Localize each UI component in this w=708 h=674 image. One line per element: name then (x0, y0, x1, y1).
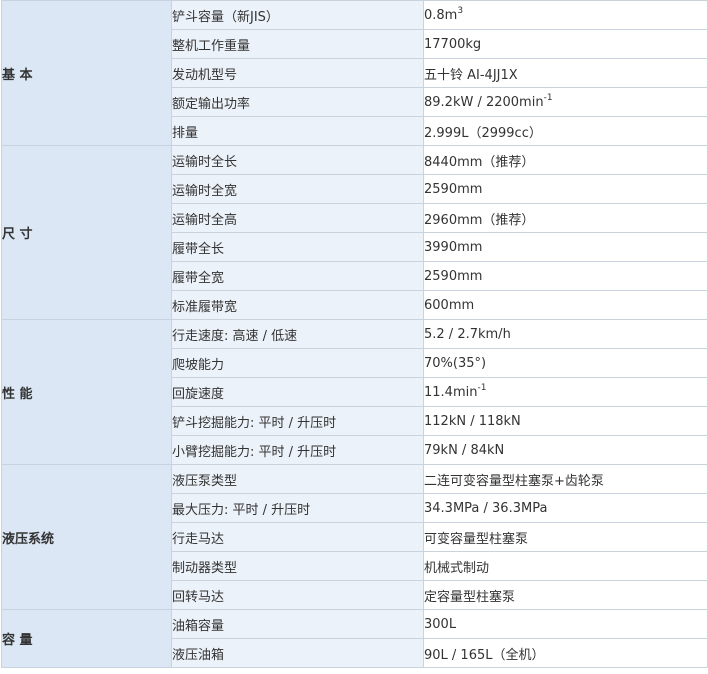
spec-label: 额定输出功率 (171, 87, 424, 117)
spec-value: 2590mm (423, 174, 708, 204)
category-label: 基 本 (1, 0, 172, 146)
spec-value-text: 3990mm (424, 239, 483, 255)
spec-value-text: 2960mm（推荐） (424, 212, 535, 228)
category-label: 容 量 (1, 609, 172, 668)
spec-value: 3990mm (423, 232, 708, 262)
spec-value-text: 17700kg (424, 36, 482, 52)
spec-value-text: 5.2 / 2.7km/h (424, 326, 511, 342)
spec-value: 0.8m3 (423, 0, 708, 30)
spec-value: 二连可变容量型柱塞泵+齿轮泵 (423, 464, 708, 494)
spec-value-text: 可变容量型柱塞泵 (424, 531, 529, 547)
category-label: 性 能 (1, 319, 172, 465)
spec-value-text: 8440mm（推荐） (424, 154, 535, 170)
spec-label: 油箱容量 (171, 609, 424, 639)
spec-value: 2960mm（推荐） (423, 203, 708, 233)
spec-value: 70%(35°) (423, 348, 708, 378)
spec-value: 600mm (423, 290, 708, 320)
table-row: 容 量油箱容量 300L (1, 609, 708, 668)
spec-label: 排量 (171, 116, 424, 146)
table-row: 基 本铲斗容量（新JIS） 0.8m3 (1, 0, 708, 146)
spec-value-text: 79kN / 84kN (424, 442, 505, 458)
spec-value: 五十铃 AI-4JJ1X (423, 58, 708, 88)
spec-value-text: 112kN / 118kN (424, 413, 521, 429)
spec-value-text: 0.8m (424, 7, 458, 23)
spec-label: 整机工作重量 (171, 29, 424, 59)
spec-label: 发动机型号 (171, 58, 424, 88)
spec-label: 小臂挖掘能力: 平时 / 升压时 (171, 435, 424, 465)
spec-value: 34.3MPa / 36.3MPa (423, 493, 708, 523)
spec-value: 89.2kW / 2200min-1 (423, 87, 708, 117)
table-row: 尺 寸运输时全长 8440mm（推荐） (1, 145, 708, 320)
spec-label: 运输时全宽 (171, 174, 424, 204)
spec-label: 运输时全高 (171, 203, 424, 233)
spec-value-text: 90L / 165L（全机） (424, 647, 545, 663)
spec-value: 2.999L（2999cc） (423, 116, 708, 146)
spec-value-text: 70%(35°) (424, 355, 487, 371)
spec-label: 铲斗容量（新JIS） (171, 0, 424, 30)
category-label: 尺 寸 (1, 145, 172, 320)
spec-value-superscript: 3 (457, 5, 464, 16)
spec-table: 基 本铲斗容量（新JIS） 0.8m3 整机工作重量 17700kg 发动机型号 五十铃 … (1, 0, 708, 668)
spec-value-text: 600mm (424, 297, 475, 313)
spec-label: 回转马达 (171, 580, 424, 610)
spec-label: 液压油箱 (171, 638, 424, 668)
spec-value-text: 五十铃 AI-4JJ1X (424, 67, 518, 83)
spec-value-text: 二连可变容量型柱塞泵+齿轮泵 (424, 473, 604, 489)
spec-value: 8440mm（推荐） (423, 145, 708, 175)
spec-value-text: 机械式制动 (424, 560, 490, 576)
spec-label: 标准履带宽 (171, 290, 424, 320)
spec-value-text: 2590mm (424, 268, 483, 284)
spec-value: 5.2 / 2.7km/h (423, 319, 708, 349)
spec-value: 机械式制动 (423, 551, 708, 581)
table-row: 液压系统 液压泵类型 二连可变容量型柱塞泵+齿轮泵 (1, 464, 708, 610)
spec-label: 回旋速度 (171, 377, 424, 407)
spec-value-text: 34.3MPa / 36.3MPa (424, 500, 548, 516)
spec-value: 2590mm (423, 261, 708, 291)
spec-value: 112kN / 118kN (423, 406, 708, 436)
spec-value: 300L (423, 609, 708, 639)
spec-value: 90L / 165L（全机） (423, 638, 708, 668)
spec-value: 79kN / 84kN (423, 435, 708, 465)
spec-value-text: 89.2kW / 2200min (424, 94, 544, 110)
spec-value: 定容量型柱塞泵 (423, 580, 708, 610)
spec-label: 行走速度: 高速 / 低速 (171, 319, 424, 349)
spec-label: 制动器类型 (171, 551, 424, 581)
spec-value-text: 2590mm (424, 181, 483, 197)
spec-label: 铲斗挖掘能力: 平时 / 升压时 (171, 406, 424, 436)
spec-label: 爬坡能力 (171, 348, 424, 378)
spec-label: 运输时全长 (171, 145, 424, 175)
spec-value-text: 2.999L（2999cc） (424, 125, 542, 141)
spec-value-superscript: -1 (543, 92, 553, 103)
spec-value: 17700kg (423, 29, 708, 59)
spec-label: 行走马达 (171, 522, 424, 552)
spec-label: 液压泵类型 (171, 464, 424, 494)
spec-value: 11.4min-1 (423, 377, 708, 407)
spec-value: 可变容量型柱塞泵 (423, 522, 708, 552)
spec-table-body: 基 本铲斗容量（新JIS） 0.8m3 整机工作重量 17700kg 发动机型号 五十铃 … (1, 0, 708, 668)
spec-value-text: 11.4min (424, 384, 478, 400)
category-label: 液压系统 (1, 464, 172, 610)
spec-label: 履带全长 (171, 232, 424, 262)
spec-value-text: 定容量型柱塞泵 (424, 589, 516, 605)
spec-label: 履带全宽 (171, 261, 424, 291)
spec-value-text: 300L (424, 616, 457, 632)
table-row: 性 能行走速度: 高速 / 低速 5.2 / 2.7km/h (1, 319, 708, 465)
spec-label: 最大压力: 平时 / 升压时 (171, 493, 424, 523)
spec-value-superscript: -1 (477, 382, 487, 393)
